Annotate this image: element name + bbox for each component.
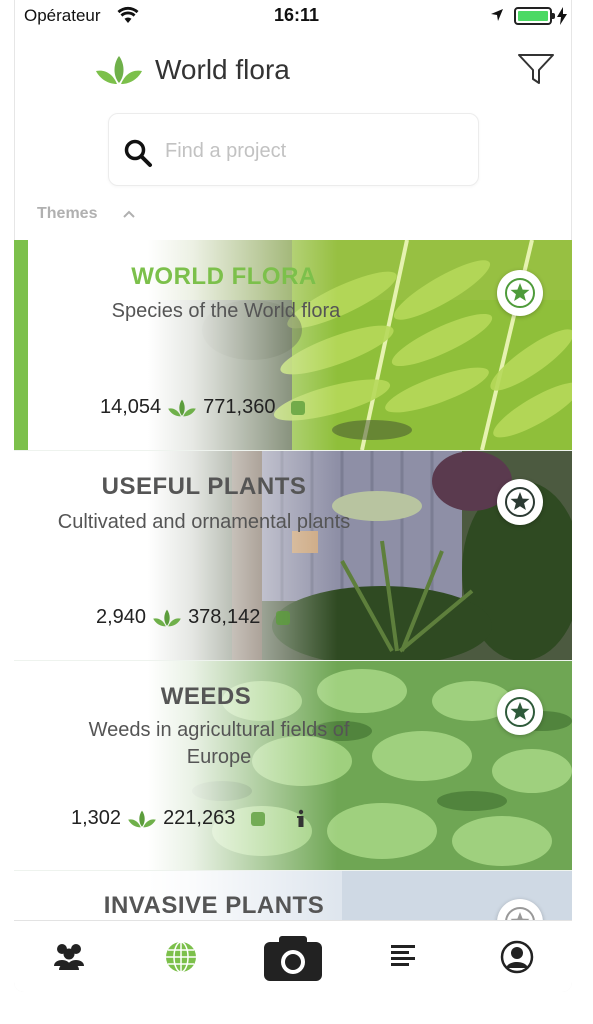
camera-icon — [264, 936, 322, 981]
themes-header[interactable]: Themes — [37, 205, 97, 223]
search-input[interactable] — [165, 136, 465, 166]
image-count: 771,360 — [203, 396, 276, 418]
info-icon[interactable] — [295, 809, 307, 829]
project-name: WEEDS — [160, 683, 252, 710]
description-line: Weeds in agricultural fields of — [88, 719, 350, 741]
battery-cap — [552, 13, 555, 19]
images-icon — [251, 811, 266, 826]
description-line: Europe — [186, 746, 252, 768]
status-bar: Opérateur 16:11 — [0, 0, 593, 32]
list-icon[interactable] — [390, 943, 416, 1015]
project-card-world-flora[interactable]: WORLD FLORA Species of the World flora 1… — [14, 240, 572, 450]
selected-accent-bar — [14, 240, 28, 450]
project-card-invasive-plants[interactable]: INVASIVE PLANTS — [14, 871, 572, 921]
images-icon — [291, 400, 306, 415]
globe-icon[interactable] — [164, 940, 198, 1012]
species-count: 1,302 — [71, 807, 122, 829]
status-time: 16:11 — [273, 5, 320, 25]
favorite-star-button[interactable] — [497, 270, 543, 316]
project-description: Species of the World flora — [111, 300, 341, 322]
profile-icon[interactable] — [500, 940, 534, 1012]
project-name: USEFUL PLANTS — [101, 473, 307, 500]
app-title: World flora — [155, 54, 290, 85]
project-stats: 2,940 378,142 — [96, 606, 292, 629]
battery-icon — [514, 7, 552, 25]
project-card-useful-plants[interactable]: USEFUL PLANTS Cultivated and ornamental … — [14, 451, 572, 661]
tab-bar — [14, 920, 572, 992]
filter-icon[interactable] — [517, 52, 555, 91]
image-count: 221,263 — [163, 807, 236, 829]
species-leaf-icon — [153, 609, 181, 626]
leaf-logo-icon — [94, 54, 144, 91]
charging-bolt-icon — [557, 7, 567, 30]
project-card-weeds[interactable]: WEEDS Weeds in agricultural fields of Eu… — [14, 661, 572, 871]
project-description: Cultivated and ornamental plants — [57, 511, 351, 533]
project-name: INVASIVE PLANTS — [103, 892, 325, 919]
star-icon — [505, 907, 535, 921]
star-icon — [505, 278, 535, 308]
star-icon — [505, 487, 535, 517]
species-count: 2,940 — [96, 606, 147, 628]
species-leaf-icon — [168, 399, 196, 416]
images-icon — [276, 610, 291, 625]
search-icon — [123, 138, 153, 173]
location-arrow-icon — [490, 8, 504, 27]
star-icon — [505, 697, 535, 727]
favorite-star-button[interactable] — [497, 479, 543, 525]
species-count: 14,054 — [100, 396, 162, 418]
search-box[interactable] — [108, 113, 479, 186]
community-icon[interactable] — [52, 941, 86, 1013]
species-leaf-icon — [128, 810, 156, 827]
favorite-star-button[interactable] — [497, 689, 543, 735]
image-count: 378,142 — [188, 606, 261, 628]
chevron-up-icon[interactable] — [121, 207, 137, 225]
camera-button[interactable] — [263, 934, 323, 1006]
project-name: WORLD FLORA — [131, 263, 317, 290]
project-stats: 14,054 771,360 — [100, 396, 307, 419]
project-stats: 1,302 221,263 — [71, 807, 307, 830]
project-description: Weeds in agricultural fields of Europe — [36, 717, 402, 771]
